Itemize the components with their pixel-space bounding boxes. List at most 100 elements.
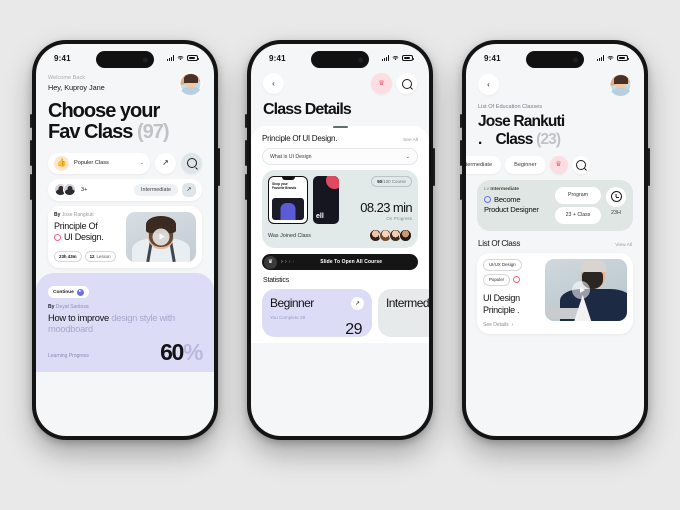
arrow-up-right-icon: ↗ xyxy=(162,158,169,168)
phone1-volume-up xyxy=(30,140,32,166)
details-sheet: Principle Of UI Design. See All What is … xyxy=(251,125,429,344)
clock-icon xyxy=(610,191,622,203)
title-line-2: Class xyxy=(495,130,533,148)
see-all-link[interactable]: See All xyxy=(403,138,418,143)
screenshot-canvas: 9:41 Welcome Back Hey, Kuproy Jane Choos… xyxy=(0,0,680,510)
list-heading-row: List Of Class View All xyxy=(466,231,644,248)
phone2-mute-switch xyxy=(245,114,247,128)
participants-more: 3+ xyxy=(81,186,88,193)
course-title-line2-row: UI Design. xyxy=(54,232,120,243)
course-title-line2: UI Design. xyxy=(64,232,104,243)
open-class-button[interactable]: ↗ xyxy=(182,182,196,197)
play-icon[interactable] xyxy=(152,228,170,246)
view-all-link[interactable]: View All xyxy=(615,243,632,248)
stat-card-beginner[interactable]: Beginner ↗ You Complete 29 29 xyxy=(262,289,372,339)
chip-intermediate[interactable]: Intermediate xyxy=(466,155,502,174)
chevron-down-icon: ⌄ xyxy=(405,153,410,160)
phone3-power-button xyxy=(648,148,650,186)
title-line-1: Choose your xyxy=(48,100,160,122)
stat-name: Intermediate xyxy=(386,296,429,311)
search-button[interactable] xyxy=(396,73,417,94)
lessons-unit: Lesson xyxy=(96,254,111,259)
premium-button[interactable]: ♛ xyxy=(371,73,392,94)
list-heading: List Of Class xyxy=(478,238,521,248)
share-button[interactable]: ↗ xyxy=(155,152,176,174)
tag-row: Populer xyxy=(483,273,539,286)
progress-card[interactable]: Shop yourFavorite BrandsWith Ease 50/100… xyxy=(262,170,418,249)
course-card-info: By Jose Rangkuti Principle Of UI Design.… xyxy=(54,212,120,262)
lessons-badge: 12 Lesson xyxy=(84,251,116,262)
continue-author: By Deyat Santosa xyxy=(48,304,202,310)
page-title: Jose Rankuti . Class (23) xyxy=(466,110,644,149)
chevron-right-icon: › xyxy=(511,321,514,328)
welcome-text: Welcome Back xyxy=(48,75,86,81)
avatar[interactable] xyxy=(179,72,202,95)
progress-label: Learning Progress xyxy=(48,353,89,360)
course-thumbnail[interactable] xyxy=(126,211,196,262)
course-preview-strip xyxy=(313,176,339,225)
nav-actions: ♛ xyxy=(371,73,417,94)
participants-row[interactable]: 3+ Intermediate ↗ xyxy=(48,178,202,201)
signal-icon xyxy=(381,55,389,61)
see-details-link[interactable]: See Details › xyxy=(483,316,539,328)
phone1-mute-switch xyxy=(30,114,32,128)
program-level: Lv Intermediate xyxy=(484,187,550,192)
program-goal-line2: Product Designer xyxy=(484,204,539,214)
program-hours: 23H xyxy=(611,209,621,216)
phone2-nav-bar: ‹ ♛ xyxy=(251,68,429,94)
phone1-header: Welcome Back Hey, Kuproy Jane xyxy=(36,68,214,95)
ring-icon xyxy=(484,195,491,203)
progress-value: 60 xyxy=(160,338,184,365)
search-button[interactable] xyxy=(571,155,590,174)
class-card[interactable]: UI/UX Design Populer UI Design Principle… xyxy=(477,252,633,334)
program-card[interactable]: Lv Intermediate Become Product Designer … xyxy=(477,179,633,231)
status-time: 9:41 xyxy=(484,53,501,63)
chip-beginner[interactable]: Beginner xyxy=(505,155,546,174)
course-title-line1: Principle Of xyxy=(54,220,98,231)
phone-mockup-2: 9:41 ‹ ♛ Class Details Principle Of UI D… xyxy=(245,40,435,440)
by-prefix: By xyxy=(54,211,61,218)
stat-open-button[interactable]: ↗ xyxy=(351,296,364,310)
tag-uiux: UI/UX Design xyxy=(483,258,522,271)
course-card[interactable]: By Jose Rangkuti Principle Of UI Design.… xyxy=(48,205,202,268)
phone2-screen: 9:41 ‹ ♛ Class Details Principle Of UI D… xyxy=(251,44,429,436)
status-time: 9:41 xyxy=(54,53,71,63)
popular-class-label: Populer Class xyxy=(74,160,109,167)
course-preview-mockup: Shop yourFavorite BrandsWith Ease xyxy=(268,176,308,225)
progress-status: On Progress xyxy=(386,216,412,222)
continue-chip[interactable]: Continue xyxy=(48,286,89,298)
play-icon xyxy=(76,288,84,296)
play-icon[interactable] xyxy=(572,280,591,299)
level-value: Intermediate xyxy=(490,186,519,192)
popular-class-dropdown[interactable]: 👍 Populer Class ⌄ xyxy=(48,152,150,174)
program-goal-line1-row: Become xyxy=(484,195,550,204)
battery-icon xyxy=(402,55,415,61)
continue-card[interactable]: Continue By Deyat Santosa How to improve… xyxy=(36,272,214,373)
phone1-volume-down xyxy=(30,174,32,200)
phone1-dynamic-island xyxy=(96,51,154,68)
premium-button[interactable]: ♛ xyxy=(549,155,568,174)
progress-time: 08.23 min xyxy=(360,200,412,216)
progress-stats: 50/100 Course 08.23 min On Progress xyxy=(344,176,413,222)
battery-icon xyxy=(187,55,200,61)
crown-icon: ♛ xyxy=(378,80,385,87)
author-name: Deyat Santosa xyxy=(55,304,89,310)
wifi-icon xyxy=(392,56,399,61)
back-button[interactable]: ‹ xyxy=(478,74,499,95)
lesson-select[interactable]: What is UI Design ⌄ xyxy=(262,148,418,166)
search-button[interactable] xyxy=(181,152,202,174)
slide-knob[interactable]: ♛ xyxy=(264,255,277,269)
class-thumbnail[interactable] xyxy=(545,258,627,321)
slide-chevrons: › › › › xyxy=(281,259,295,266)
stat-card-intermediate[interactable]: Intermediate xyxy=(378,289,429,338)
program-duration: 23H xyxy=(606,186,626,224)
program-goal-line1: Become xyxy=(494,194,521,204)
back-button[interactable]: ‹ xyxy=(263,73,284,94)
phone2-volume-down xyxy=(245,174,247,200)
avatar[interactable] xyxy=(609,73,632,96)
stat-number: 29 xyxy=(345,321,362,339)
class-card-info: UI/UX Design Populer UI Design Principle… xyxy=(483,258,539,328)
page-subtitle: List Of Education Classes xyxy=(478,104,543,110)
slide-to-open-button[interactable]: ♛ › › › › Slide To Open All Course xyxy=(262,254,418,271)
phone2-power-button xyxy=(433,148,435,186)
